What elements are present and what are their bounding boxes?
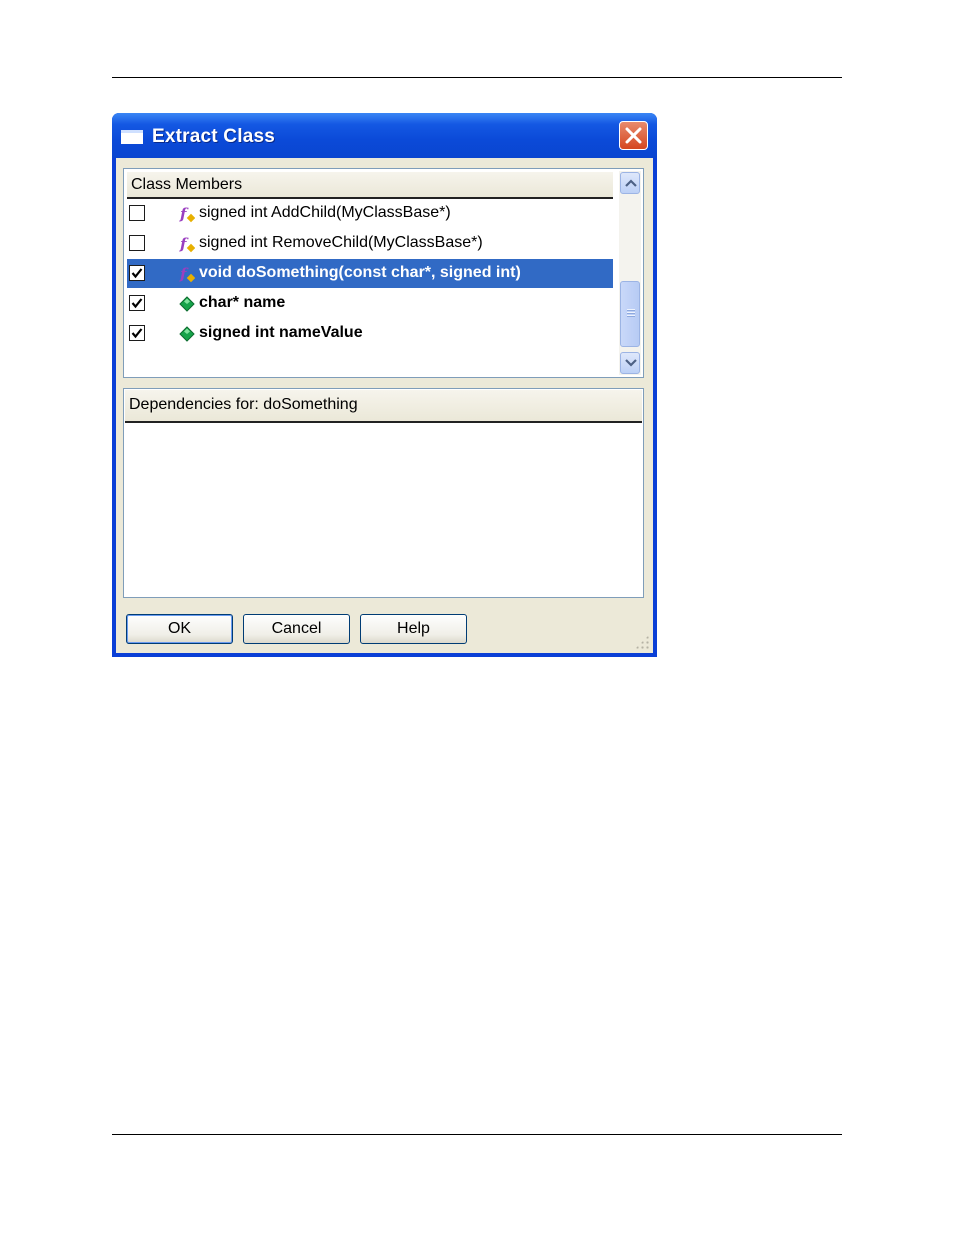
scroll-thumb[interactable]	[620, 281, 640, 347]
page-top-rule	[112, 77, 842, 78]
function-icon: f	[179, 205, 196, 223]
member-row[interactable]: char* name	[127, 289, 613, 318]
ok-button[interactable]: OK	[126, 614, 233, 644]
member-label: signed int AddChild(MyClassBase*)	[199, 204, 451, 221]
close-button[interactable]	[619, 121, 648, 150]
svg-text:f: f	[179, 265, 189, 283]
variable-icon	[179, 325, 195, 343]
title-bar[interactable]: Extract Class	[112, 113, 657, 158]
member-label: void doSomething(const char*, signed int…	[199, 264, 521, 281]
help-button[interactable]: Help	[360, 614, 467, 644]
chevron-down-icon	[625, 359, 637, 367]
dependencies-list[interactable]: Dependencies for: doSomething	[123, 388, 644, 598]
member-label: signed int RemoveChild(MyClassBase*)	[199, 234, 483, 251]
member-row[interactable]: f signed int RemoveChild(MyClassBase*)	[127, 229, 613, 258]
check-icon	[131, 268, 143, 279]
variable-icon	[179, 295, 195, 313]
class-members-header[interactable]: Class Members	[127, 172, 613, 199]
member-checkbox[interactable]	[129, 295, 145, 311]
resize-grip-icon[interactable]	[635, 635, 649, 649]
chevron-up-icon	[625, 179, 637, 187]
function-icon: f	[179, 235, 196, 253]
member-checkbox[interactable]	[129, 325, 145, 341]
member-checkbox[interactable]	[129, 235, 145, 251]
cancel-button[interactable]: Cancel	[243, 614, 350, 644]
dialog-client-area: Class Members f signed int AddChild(MyCla…	[116, 158, 653, 653]
members-scrollbar[interactable]	[619, 171, 641, 375]
scroll-up-button[interactable]	[620, 172, 640, 194]
scroll-down-button[interactable]	[620, 352, 640, 374]
page-bottom-rule	[112, 1134, 842, 1135]
window-title: Extract Class	[152, 126, 276, 147]
svg-text:f: f	[179, 235, 189, 253]
dependencies-header[interactable]: Dependencies for: doSomething	[125, 390, 642, 423]
member-checkbox[interactable]	[129, 265, 145, 281]
extract-class-dialog: Extract Class Class Members f signed int …	[112, 113, 657, 657]
class-members-list[interactable]: Class Members f signed int AddChild(MyCla…	[123, 168, 644, 378]
function-icon: f	[179, 265, 196, 283]
member-label: signed int nameValue	[199, 324, 363, 341]
close-icon	[625, 127, 642, 144]
check-icon	[131, 328, 143, 339]
scroll-thumb-grip	[627, 309, 635, 318]
member-row[interactable]: f signed int AddChild(MyClassBase*)	[127, 199, 613, 228]
member-row[interactable]: f void doSomething(const char*, signed in…	[127, 259, 613, 288]
member-label: char* name	[199, 294, 286, 311]
member-row[interactable]: signed int nameValue	[127, 319, 613, 348]
member-checkbox[interactable]	[129, 205, 145, 221]
window-icon	[121, 130, 143, 144]
svg-text:f: f	[179, 205, 189, 223]
check-icon	[131, 298, 143, 309]
